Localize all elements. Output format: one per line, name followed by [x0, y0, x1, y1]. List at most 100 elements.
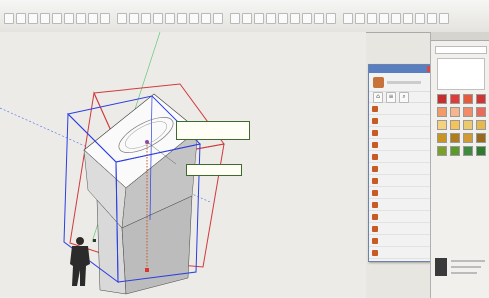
plugin-row[interactable]	[369, 247, 435, 259]
plugin-row-icon	[372, 225, 378, 232]
component-icon[interactable]	[290, 13, 300, 24]
plugin-panel[interactable]: ⌂ ≡ ⌕	[368, 64, 436, 262]
plugin-row-icon	[372, 249, 378, 256]
material-swatch[interactable]	[437, 120, 447, 130]
sandbox-icon[interactable]	[302, 13, 312, 24]
rotate-icon[interactable]	[117, 13, 127, 24]
plugin-row[interactable]	[369, 211, 435, 223]
pan-icon[interactable]	[201, 13, 211, 24]
camera-icon[interactable]	[254, 13, 264, 24]
plugin-row[interactable]	[369, 151, 435, 163]
previous-icon[interactable]	[242, 13, 252, 24]
eraser-icon[interactable]	[16, 13, 26, 24]
person-body	[70, 246, 90, 286]
zoom-icon[interactable]	[213, 13, 223, 24]
plugin-header-bar	[387, 80, 421, 84]
material-swatch[interactable]	[437, 133, 447, 143]
walk-icon[interactable]	[266, 13, 276, 24]
plugin-icon[interactable]	[415, 13, 425, 24]
plugin-row[interactable]	[369, 187, 435, 199]
shadow-icon[interactable]	[343, 13, 353, 24]
pushpull-icon[interactable]	[88, 13, 98, 24]
render-icon[interactable]	[427, 13, 437, 24]
material-swatch[interactable]	[463, 133, 473, 143]
toolbar-separator	[112, 13, 115, 24]
plugin-row-icon	[372, 201, 378, 208]
material-swatch[interactable]	[476, 146, 486, 156]
model-viewport[interactable]	[0, 32, 366, 298]
orbit-icon[interactable]	[189, 13, 199, 24]
plugin-row[interactable]	[369, 235, 435, 247]
info-line-2	[451, 266, 481, 268]
materials-panel-header	[431, 32, 489, 41]
scale-icon[interactable]	[129, 13, 139, 24]
materials-search-field[interactable]	[435, 46, 487, 54]
guide-endpoint[interactable]	[145, 268, 149, 272]
material-swatch[interactable]	[450, 107, 460, 117]
fog-icon[interactable]	[355, 13, 365, 24]
material-swatch[interactable]	[476, 94, 486, 104]
swatch-grid	[437, 94, 486, 156]
material-swatch[interactable]	[437, 107, 447, 117]
match-icon[interactable]	[367, 13, 377, 24]
plugin-row[interactable]	[369, 223, 435, 235]
section-icon[interactable]	[278, 13, 288, 24]
plugin-tools: ⌂ ≡ ⌕	[369, 91, 435, 103]
plugin-panel-title[interactable]	[369, 65, 435, 73]
move-icon[interactable]	[100, 13, 110, 24]
circle-icon[interactable]	[64, 13, 74, 24]
material-swatch[interactable]	[476, 107, 486, 117]
zoom-extents-icon[interactable]	[230, 13, 240, 24]
plugin-row[interactable]	[369, 127, 435, 139]
person-head	[76, 237, 84, 245]
material-swatch[interactable]	[463, 120, 473, 130]
ruby-icon[interactable]	[403, 13, 413, 24]
rect-icon[interactable]	[52, 13, 62, 24]
info-line-1	[451, 260, 485, 262]
axes-icon[interactable]	[177, 13, 187, 24]
material-swatch[interactable]	[476, 120, 486, 130]
paint-icon[interactable]	[28, 13, 38, 24]
warehouse-icon[interactable]	[379, 13, 389, 24]
material-preview	[437, 58, 485, 90]
material-swatch[interactable]	[463, 94, 473, 104]
material-swatch[interactable]	[450, 133, 460, 143]
tape-icon[interactable]	[153, 13, 163, 24]
rotate-hint-tooltip	[176, 121, 250, 140]
material-swatch[interactable]	[450, 120, 460, 130]
style-icon[interactable]	[314, 13, 324, 24]
plugin-row[interactable]	[369, 115, 435, 127]
plugin-row-icon	[372, 165, 378, 172]
plugin-row-icon	[372, 141, 378, 148]
layer-icon[interactable]	[326, 13, 336, 24]
material-swatch[interactable]	[437, 94, 447, 104]
person-thumbnail	[435, 258, 447, 276]
extension-icon[interactable]	[391, 13, 401, 24]
material-swatch[interactable]	[450, 94, 460, 104]
plugin-row[interactable]	[369, 103, 435, 115]
line-icon[interactable]	[40, 13, 50, 24]
person-marker	[93, 239, 96, 242]
home-icon[interactable]: ⌂	[373, 91, 383, 103]
settings-icon[interactable]	[439, 13, 449, 24]
plugin-row-icon	[372, 177, 378, 184]
select-icon[interactable]	[4, 13, 14, 24]
plugin-row[interactable]	[369, 163, 435, 175]
list-icon[interactable]: ≡	[386, 91, 396, 103]
plugin-row-icon	[372, 117, 378, 124]
text-icon[interactable]	[165, 13, 175, 24]
scene-svg[interactable]	[0, 32, 366, 298]
search-icon[interactable]: ⌕	[399, 91, 409, 103]
material-swatch[interactable]	[476, 133, 486, 143]
arc-icon[interactable]	[76, 13, 86, 24]
plugin-logo	[373, 76, 384, 88]
plugin-row[interactable]	[369, 199, 435, 211]
edge-hint-tooltip	[186, 164, 242, 176]
material-swatch[interactable]	[463, 146, 473, 156]
material-swatch[interactable]	[437, 146, 447, 156]
offset-icon[interactable]	[141, 13, 151, 24]
material-swatch[interactable]	[463, 107, 473, 117]
plugin-row[interactable]	[369, 175, 435, 187]
material-swatch[interactable]	[450, 146, 460, 156]
plugin-row[interactable]	[369, 139, 435, 151]
